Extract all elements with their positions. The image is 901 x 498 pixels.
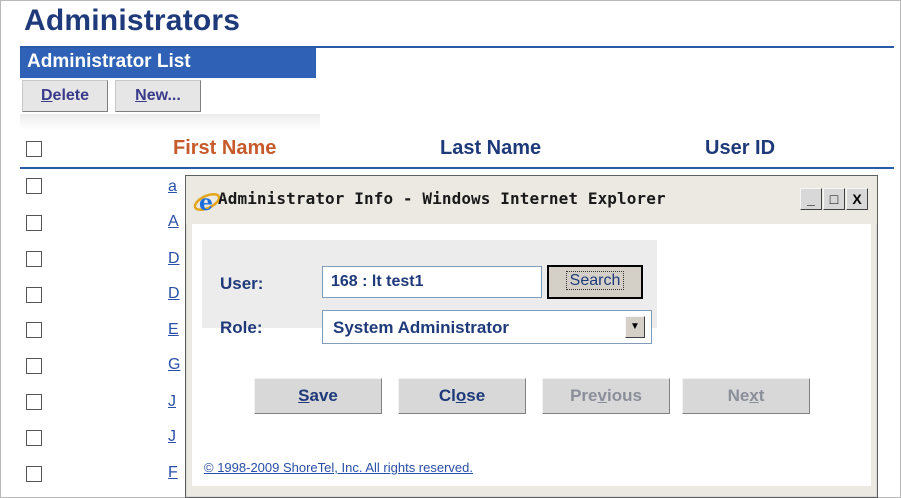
dropdown-arrow-icon[interactable]: ▼: [625, 316, 645, 338]
select-all-checkbox[interactable]: [26, 141, 42, 157]
close-label-pre: Cl: [438, 386, 456, 405]
row-checkbox[interactable]: [26, 358, 42, 374]
previous-label-pre: Pre: [570, 386, 598, 405]
page-title: Administrators: [24, 4, 241, 37]
save-accesskey: S: [298, 386, 310, 405]
previous-label-post: ious: [606, 386, 642, 405]
search-label: Search: [565, 271, 625, 290]
row-first-name-link[interactable]: D: [168, 285, 180, 303]
row-first-name-link[interactable]: F: [168, 464, 178, 482]
row-checkbox[interactable]: [26, 251, 42, 267]
next-accesskey: x: [749, 386, 759, 405]
save-button[interactable]: Save: [254, 378, 382, 414]
next-label-post: t: [758, 386, 765, 405]
column-header-user-id[interactable]: User ID: [705, 137, 775, 160]
close-accesskey: o: [455, 386, 467, 405]
row-checkbox[interactable]: [26, 394, 42, 410]
next-button[interactable]: Next: [682, 378, 810, 414]
close-button[interactable]: Close: [398, 378, 526, 414]
search-button[interactable]: Search: [547, 265, 643, 299]
header-divider: [20, 167, 894, 169]
row-first-name-link[interactable]: D: [168, 250, 180, 268]
previous-accesskey: v: [597, 386, 607, 405]
column-header-first-name[interactable]: First Name: [173, 137, 276, 160]
row-first-name-link[interactable]: A: [168, 213, 179, 231]
save-label-post: ave: [309, 386, 338, 405]
administrator-info-dialog: e Administrator Info - Windows Internet …: [185, 175, 878, 498]
user-label: User:: [220, 274, 264, 293]
row-checkbox[interactable]: [26, 178, 42, 194]
previous-button[interactable]: Previous: [542, 378, 670, 414]
row-first-name-link[interactable]: E: [168, 321, 179, 339]
row-checkbox[interactable]: [26, 430, 42, 446]
row-first-name-link[interactable]: a: [168, 178, 177, 196]
dialog-title: Administrator Info - Windows Internet Ex…: [218, 189, 666, 208]
new-label: ew...: [146, 87, 181, 104]
dialog-titlebar[interactable]: e Administrator Info - Windows Internet …: [186, 176, 877, 224]
delete-accesskey: D: [40, 87, 53, 104]
delete-label: elete: [52, 87, 90, 104]
role-select[interactable]: System Administrator ▼: [322, 310, 652, 344]
new-button[interactable]: New...: [115, 80, 201, 112]
row-first-name-link[interactable]: J: [168, 428, 176, 446]
copyright-link[interactable]: © 1998-2009 ShoreTel, Inc. All rights re…: [204, 460, 473, 475]
next-label-pre: Ne: [727, 386, 750, 405]
minimize-icon[interactable]: _: [800, 188, 822, 210]
row-checkbox[interactable]: [26, 466, 42, 482]
row-checkbox[interactable]: [26, 322, 42, 338]
role-label: Role:: [220, 318, 263, 337]
close-icon[interactable]: X: [846, 188, 868, 210]
row-first-name-link[interactable]: J: [168, 393, 176, 411]
section-header: Administrator List: [20, 48, 316, 78]
svg-text:e: e: [199, 190, 213, 216]
row-checkbox[interactable]: [26, 215, 42, 231]
form-panel: User: 168 : lt test1 Search Role: System…: [202, 240, 657, 344]
user-field[interactable]: 168 : lt test1: [322, 266, 542, 298]
new-accesskey: N: [135, 87, 147, 104]
column-header-last-name[interactable]: Last Name: [440, 137, 541, 160]
role-selected-value: System Administrator: [333, 318, 510, 337]
row-checkbox[interactable]: [26, 287, 42, 303]
delete-button[interactable]: Delete: [22, 80, 108, 112]
row-first-name-link[interactable]: G: [168, 356, 180, 374]
close-label-post: se: [466, 386, 486, 405]
maximize-icon[interactable]: □: [823, 188, 845, 210]
dialog-body: User: 168 : lt test1 Search Role: System…: [192, 224, 871, 486]
toolbar-shadow: [20, 114, 320, 130]
